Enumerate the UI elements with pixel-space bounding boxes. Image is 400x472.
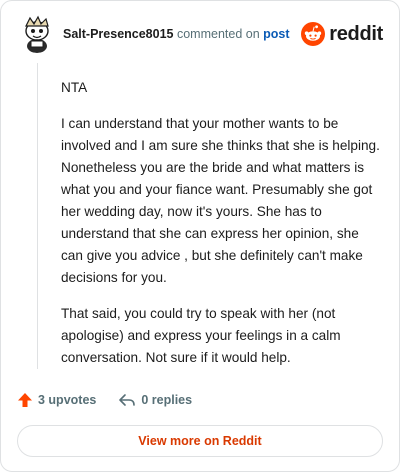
reply-arrow-icon: [119, 394, 136, 406]
comment-paragraph: NTA: [61, 80, 88, 95]
upvote-button[interactable]: 3 upvotes: [17, 392, 96, 408]
author-name[interactable]: Salt-Presence8015: [63, 27, 174, 41]
comment-body: NTA I can understand that your mother wa…: [61, 77, 381, 383]
reply-button[interactable]: 0 replies: [118, 392, 192, 408]
view-more-button[interactable]: View more on Reddit: [17, 425, 383, 457]
post-link[interactable]: post: [263, 27, 289, 41]
comment-paragraph: I can understand that your mother wants …: [61, 116, 380, 285]
reply-count: 0 replies: [141, 393, 193, 407]
reddit-brand[interactable]: reddit: [301, 21, 383, 47]
comment-embed-card: Salt-Presence8015 commented on post redd…: [0, 0, 400, 472]
comment-actions: 3 upvotes 0 replies: [17, 390, 192, 410]
brand-name: reddit: [329, 22, 383, 45]
upvote-count: 3 upvotes: [38, 393, 97, 407]
author-line: Salt-Presence8015 commented on post: [63, 27, 290, 41]
action-text: commented on: [176, 27, 260, 41]
comment-header: Salt-Presence8015 commented on post redd…: [17, 13, 383, 57]
thread-line: [37, 63, 38, 369]
comment-paragraph: That said, you could try to speak with h…: [61, 306, 341, 365]
snoo-avatar-icon: [17, 13, 57, 53]
avatar[interactable]: [17, 13, 57, 53]
upvote-arrow-icon: [18, 393, 32, 407]
reddit-logo-icon: [301, 22, 326, 46]
